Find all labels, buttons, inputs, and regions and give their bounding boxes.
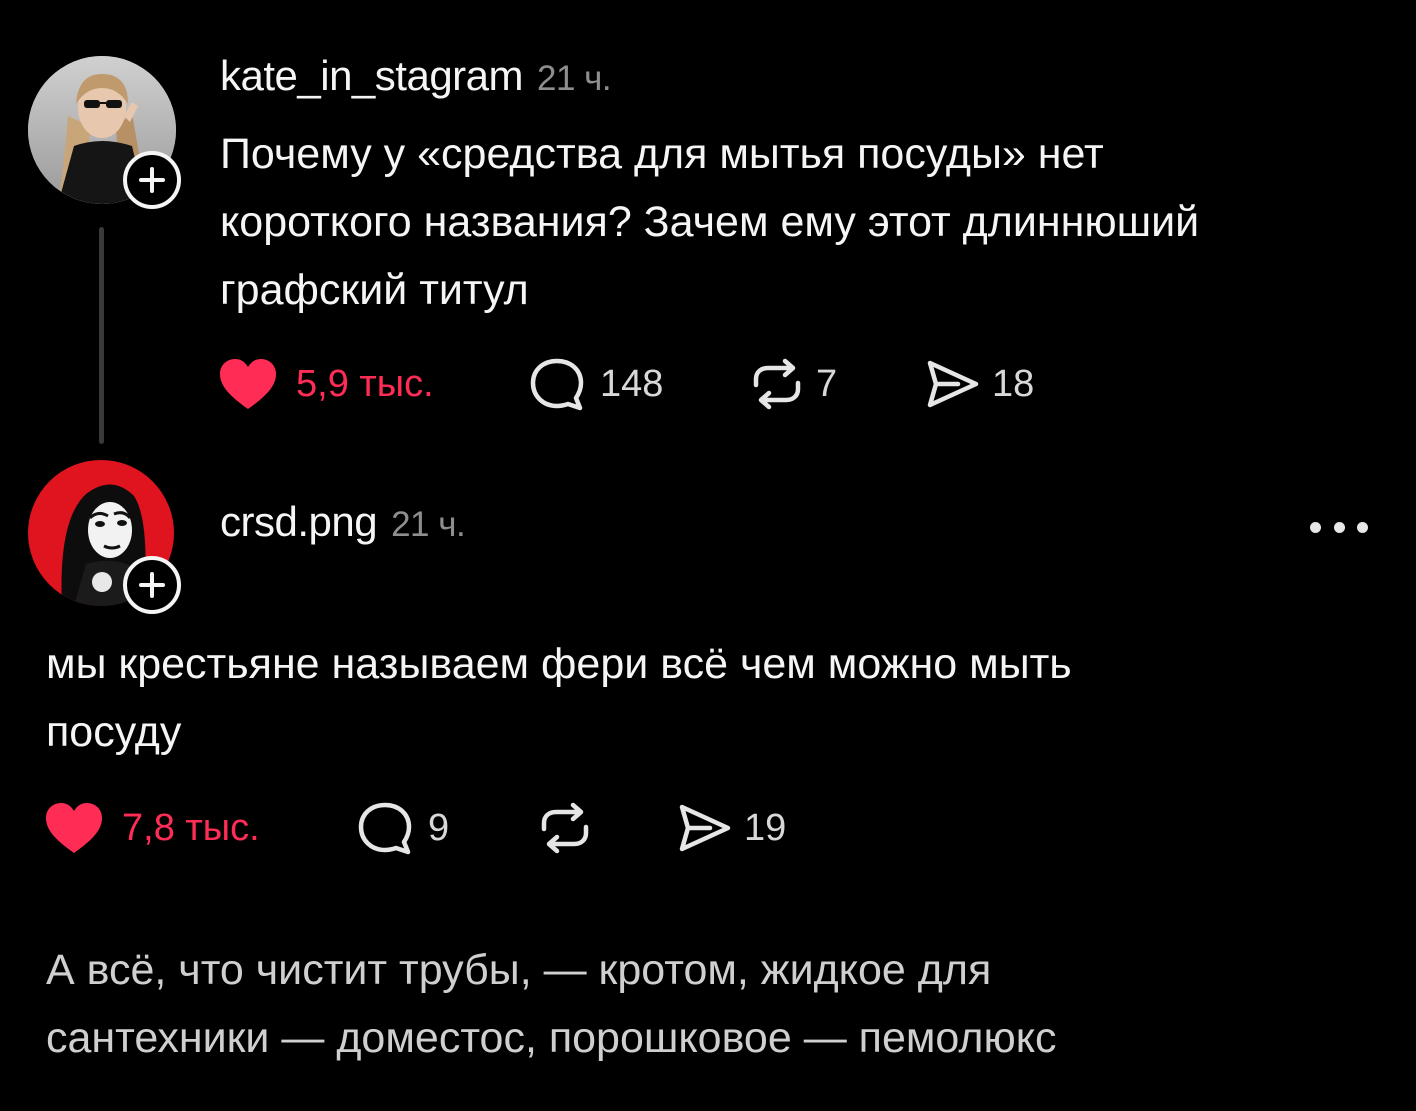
- like-button[interactable]: 7,8 тыс.: [44, 798, 260, 858]
- plus-icon: [139, 572, 165, 598]
- like-count: 5,9 тыс.: [296, 362, 434, 405]
- repost-button[interactable]: [536, 798, 608, 858]
- more-icon-dot: [1310, 521, 1321, 533]
- repost-count: 7: [816, 362, 838, 405]
- comment-button[interactable]: 148: [528, 354, 663, 414]
- comment-button[interactable]: 9: [356, 798, 449, 858]
- share-icon: [679, 804, 731, 852]
- repost-icon: [753, 358, 801, 410]
- plus-icon: [139, 167, 165, 193]
- next-post-text: А всё, что чистит трубы, — кротом, жидко…: [46, 946, 1057, 1062]
- heart-icon: [220, 359, 276, 409]
- repost-button[interactable]: 7: [748, 354, 837, 414]
- repost-icon: [541, 802, 589, 854]
- thread-line: [99, 227, 104, 444]
- post-actions: 5,9 тыс. 148 7 18: [218, 354, 1118, 414]
- share-icon: [927, 360, 979, 408]
- like-button[interactable]: 5,9 тыс.: [218, 354, 434, 414]
- more-options-button[interactable]: [1310, 512, 1368, 542]
- post-actions: 7,8 тыс. 9 19: [44, 798, 944, 858]
- more-icon-dot: [1333, 521, 1345, 533]
- username-label[interactable]: crsd.png: [220, 498, 378, 545]
- more-icon-dot: [1357, 521, 1368, 533]
- follow-button-kate[interactable]: [123, 151, 181, 209]
- heart-icon: [46, 803, 102, 853]
- share-button[interactable]: 18: [924, 354, 1034, 414]
- share-count: 19: [744, 806, 787, 849]
- username-kate[interactable]: kate_in_stagram 21 ч.: [220, 52, 612, 100]
- username-label[interactable]: kate_in_stagram: [220, 52, 524, 99]
- post-text: Почему у «средства для мытья посуды» нет…: [220, 130, 1200, 314]
- post-text: мы крестьяне называем фери всё чем можно…: [46, 640, 1072, 756]
- post-time: 21 ч.: [391, 505, 466, 544]
- username-crsd[interactable]: crsd.png 21 ч.: [220, 498, 466, 546]
- comment-icon: [530, 358, 584, 411]
- follow-button-crsd[interactable]: [123, 556, 181, 614]
- share-button[interactable]: 19: [676, 798, 786, 858]
- comment-count: 148: [600, 362, 664, 405]
- post-time: 21 ч.: [537, 59, 612, 98]
- like-count: 7,8 тыс.: [122, 806, 260, 849]
- comment-icon: [358, 802, 412, 855]
- share-count: 18: [992, 362, 1035, 405]
- comment-count: 9: [428, 806, 450, 849]
